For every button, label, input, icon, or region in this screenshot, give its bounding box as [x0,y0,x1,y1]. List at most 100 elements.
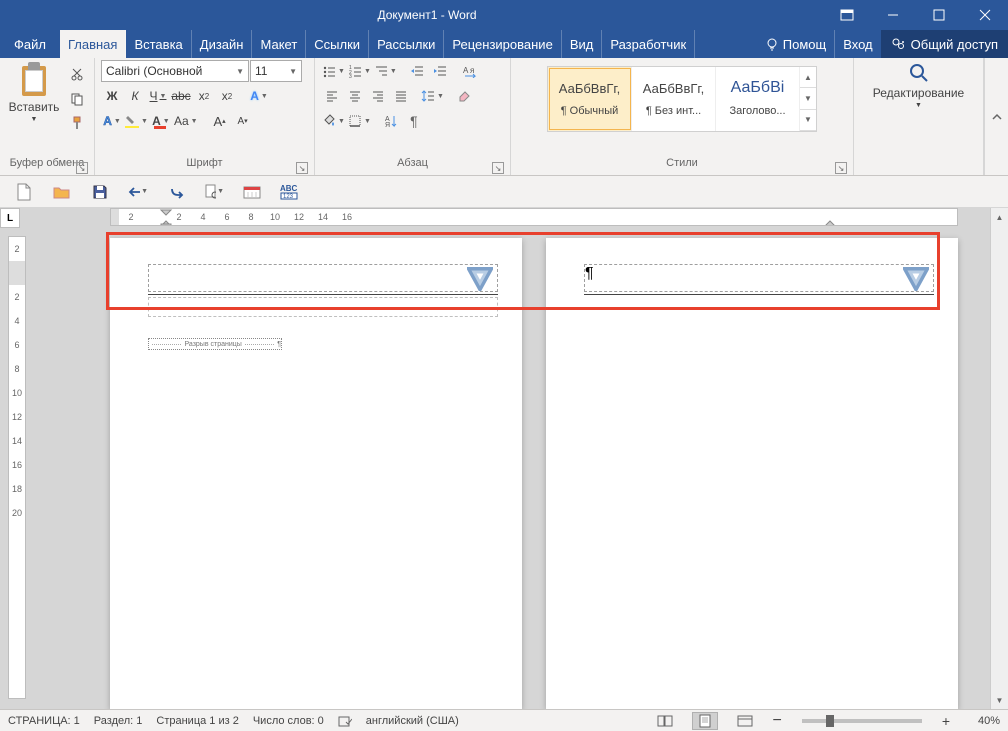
scroll-up-icon[interactable]: ▲ [991,208,1008,226]
dialog-launcher-icon[interactable]: ↘ [492,162,504,174]
align-center-button[interactable] [344,85,366,107]
undo-button[interactable]: ▼ [128,182,148,202]
page-header[interactable]: ¶ [584,264,934,322]
vertical-scrollbar[interactable]: ▲ ▼ [990,208,1008,709]
tab-design[interactable]: Дизайн [192,30,253,58]
superscript-button[interactable]: x2 [216,85,238,107]
tab-layout[interactable]: Макет [252,30,306,58]
ribbon-display-options-icon[interactable] [824,0,870,30]
right-indent-icon[interactable] [823,209,837,226]
dialog-launcher-icon[interactable]: ↘ [76,162,88,174]
close-button[interactable] [962,0,1008,30]
text-outline-button[interactable]: A▼ [101,110,123,132]
dialog-launcher-icon[interactable]: ↘ [835,162,847,174]
text-direction-button[interactable]: Aя [459,60,481,82]
scroll-down-icon[interactable]: ▼ [991,691,1008,709]
tab-review[interactable]: Рецензирование [444,30,561,58]
highlight-button[interactable]: ▼ [124,110,149,132]
line-spacing-button[interactable]: ▼ [420,85,445,107]
zoom-in-button[interactable]: + [942,713,950,729]
increase-indent-button[interactable] [429,60,451,82]
gallery-up-icon[interactable]: ▲ [800,67,816,88]
grow-font-button[interactable]: A▴ [209,110,231,132]
redo-button[interactable] [166,182,186,202]
print-preview-button[interactable]: ▼ [204,182,224,202]
style-normal[interactable]: АаБбВвГг, ¶ Обычный [548,67,632,131]
shrink-font-button[interactable]: A▾ [232,110,254,132]
collapse-ribbon-button[interactable] [984,58,1008,175]
print-layout-button[interactable] [692,712,718,730]
open-button[interactable] [52,182,72,202]
strikethrough-button[interactable]: abc [170,85,192,107]
copy-button[interactable] [66,88,88,110]
page-1[interactable]: Разрыв страницы¶ [110,238,522,709]
dialog-launcher-icon[interactable]: ↘ [296,162,308,174]
style-no-spacing[interactable]: АаБбВвГг, ¶ Без инт... [632,67,716,131]
change-case-button[interactable]: Aa▼ [173,110,199,132]
multilevel-list-button[interactable]: ▼ [373,60,398,82]
zoom-out-button[interactable]: − [772,712,781,730]
style-heading1[interactable]: АаБбВі Заголово... [716,67,800,131]
sort-button[interactable]: AЯ [380,110,402,132]
insert-date-button[interactable] [242,182,262,202]
page-2[interactable]: ¶ [546,238,958,709]
vertical-ruler[interactable]: 2 2 4 6 8 10 12 14 16 18 20 [8,236,26,699]
maximize-button[interactable] [916,0,962,30]
tell-me[interactable]: Помощ [757,30,835,58]
paste-button[interactable]: Вставить ▼ [6,60,62,125]
decrease-indent-button[interactable] [406,60,428,82]
horizontal-ruler[interactable]: 2 2 4 6 8 10 12 14 16 [110,208,958,226]
shading-button[interactable]: ▼ [321,110,346,132]
align-right-button[interactable] [367,85,389,107]
justify-button[interactable] [390,85,412,107]
page-header[interactable] [148,264,498,322]
status-language[interactable]: английский (США) [366,715,459,727]
font-name-combo[interactable]: Calibri (Основной▼ [101,60,249,82]
font-color-button[interactable]: A▼ [150,110,172,132]
numbering-button[interactable]: 123▼ [347,60,372,82]
bold-button[interactable]: Ж [101,85,123,107]
proofing-icon[interactable] [338,714,352,728]
indent-markers-icon[interactable] [159,209,173,226]
tab-insert[interactable]: Вставка [126,30,191,58]
tab-mailings[interactable]: Рассылки [369,30,444,58]
editing-button[interactable]: Редактирование ▼ [864,60,974,111]
subscript-button[interactable]: x2 [193,85,215,107]
underline-button[interactable]: Ч▼ [147,85,169,107]
tab-view[interactable]: Вид [562,30,603,58]
font-size-combo[interactable]: 11▼ [250,60,302,82]
minimize-button[interactable] [870,0,916,30]
status-words[interactable]: Число слов: 0 [253,715,324,727]
save-button[interactable] [90,182,110,202]
zoom-slider[interactable] [802,719,922,723]
bullets-button[interactable]: ▼ [321,60,346,82]
sign-in[interactable]: Вход [835,30,880,58]
tab-selector[interactable]: L [0,208,20,228]
align-left-button[interactable] [321,85,343,107]
read-mode-button[interactable] [652,712,678,730]
tell-me-label: Помощ [783,37,826,52]
zoom-level[interactable]: 40% [964,715,1000,727]
new-doc-button[interactable] [14,182,34,202]
tab-references[interactable]: Ссылки [306,30,369,58]
web-layout-button[interactable] [732,712,758,730]
show-marks-button[interactable]: ¶ [403,110,425,132]
cut-button[interactable] [66,64,88,86]
format-painter-button[interactable] [66,112,88,134]
italic-button[interactable]: К [124,85,146,107]
tab-developer[interactable]: Разработчик [602,30,695,58]
borders-button[interactable]: ▼ [347,110,372,132]
text-effects-button[interactable]: A▼ [248,85,270,107]
tab-file[interactable]: Файл [0,30,60,58]
word-count-button[interactable]: ABC123 [280,182,300,202]
zoom-thumb[interactable] [826,715,834,727]
tab-home[interactable]: Главная [60,30,126,58]
ribbon-tabs: Файл Главная Вставка Дизайн Макет Ссылки… [0,30,1008,58]
gallery-down-icon[interactable]: ▼ [800,88,816,109]
status-section[interactable]: Раздел: 1 [94,715,143,727]
share-button[interactable]: Общий доступ [881,30,1008,58]
status-page[interactable]: СТРАНИЦА: 1 [8,715,80,727]
clear-formatting-button[interactable] [453,85,475,107]
gallery-more-icon[interactable]: ▼ [800,110,816,131]
status-pages[interactable]: Страница 1 из 2 [156,715,238,727]
